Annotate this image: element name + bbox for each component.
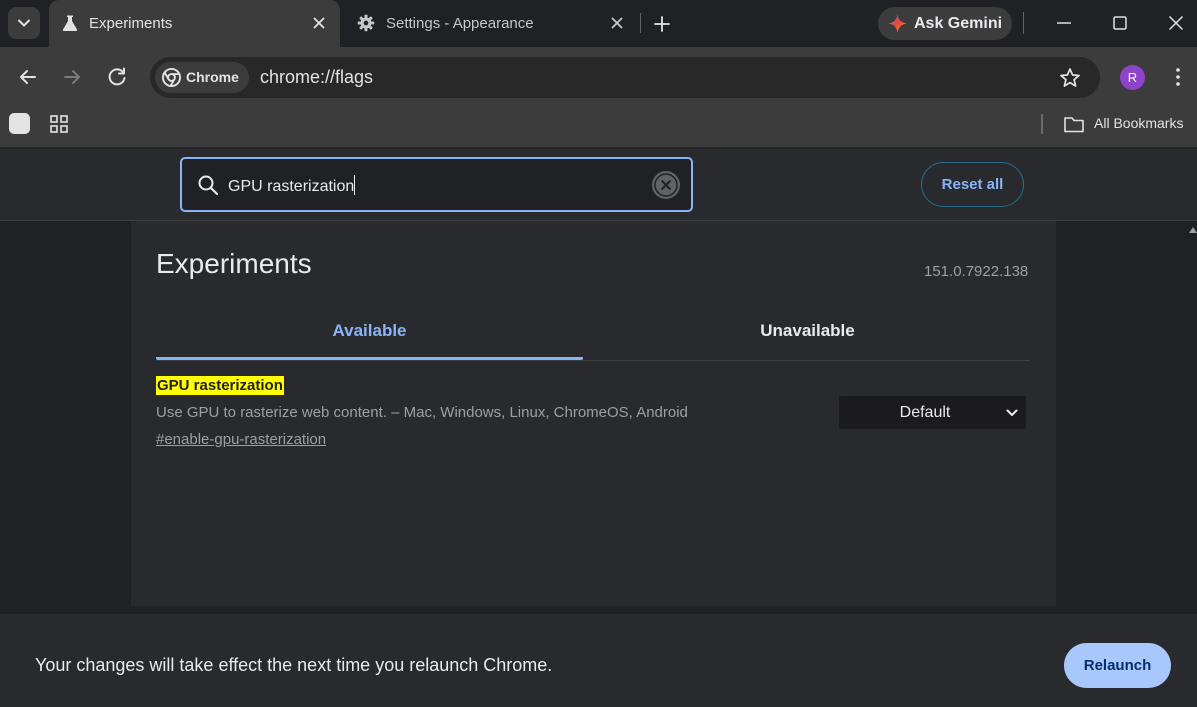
tab-separator [640,13,641,33]
chevron-down-icon [18,19,30,27]
maximize-icon[interactable] [1108,11,1132,35]
more-vert-icon[interactable] [1168,65,1188,89]
gemini-sparkle-icon [888,14,907,33]
folder-icon[interactable] [1063,113,1085,135]
all-bookmarks-link[interactable]: All Bookmarks [1094,115,1183,131]
search-icon [198,175,219,196]
relaunch-button[interactable]: Relaunch [1064,643,1171,688]
gear-icon [357,14,375,32]
tab-available[interactable]: Available [156,309,583,360]
flag-description: Use GPU to rasterize web content. – Mac,… [156,404,688,421]
profile-avatar[interactable]: R [1120,65,1145,90]
square-bookmark-icon[interactable] [9,113,30,134]
tab-strip: Experiments Settings - Appearance Ask Ge… [0,0,1197,47]
tab-settings-appearance[interactable]: Settings - Appearance [341,0,641,47]
bookmarks-bar: All Bookmarks [0,107,1197,148]
tab-experiments[interactable]: Experiments [49,0,340,47]
tab-unavailable[interactable]: Unavailable [594,309,1021,360]
search-input-value: GPU rasterization [228,175,356,196]
flag-state-select[interactable]: Default [839,396,1026,429]
close-icon[interactable] [609,15,625,31]
flags-header: GPU rasterization Reset all [0,149,1197,221]
back-arrow-icon[interactable] [16,65,40,89]
url-text: chrome://flags [260,67,374,87]
relaunch-message: Your changes will take effect the next t… [35,655,553,675]
experiments-panel: Experiments 151.0.7922.138 Available Una… [131,221,1056,606]
ask-gemini-label: Ask Gemini [914,15,1003,32]
clear-search-button[interactable] [652,171,680,199]
site-info-chip[interactable]: Chrome [155,62,249,93]
omnibox[interactable]: Chrome chrome://flags [150,57,1100,98]
flags-tab-bar: Available Unavailable [156,309,1030,361]
tab-title: Settings - Appearance [386,15,534,32]
version-label: 151.0.7922.138 [924,263,1029,280]
bookmark-star-icon[interactable] [1058,66,1082,90]
chrome-logo-icon [162,68,181,87]
reload-icon[interactable] [105,65,129,89]
flags-search-input[interactable]: GPU rasterization [180,157,693,212]
relaunch-bar: Your changes will take effect the next t… [0,613,1197,707]
ask-gemini-button[interactable]: Ask Gemini [878,7,1012,40]
flask-icon [62,15,78,31]
window-close-icon[interactable] [1164,11,1188,35]
apps-grid-icon[interactable] [48,113,70,135]
new-tab-plus-icon[interactable] [650,12,674,36]
clear-x-icon [654,173,678,197]
page-title: Experiments [156,248,312,279]
minimize-icon[interactable] [1052,11,1076,35]
bookmarks-separator [1041,114,1043,134]
close-icon[interactable] [311,15,327,31]
scroll-up-arrow-icon[interactable] [1189,226,1197,234]
tab-title: Experiments [89,15,173,32]
reset-all-button[interactable]: Reset all [921,162,1024,207]
toolbar-separator [1023,12,1024,34]
flag-permalink[interactable]: #enable-gpu-rasterization [156,431,326,448]
toolbar: Chrome chrome://flags R [0,47,1197,107]
flag-name: GPU rasterization [156,376,284,395]
chevron-down-icon [1006,409,1018,416]
forward-arrow-icon[interactable] [60,65,84,89]
chip-label: Chrome [186,69,239,85]
tab-search-button[interactable] [8,7,40,39]
flag-entry: GPU rasterization Use GPU to rasterize w… [156,376,1030,456]
select-value: Default [899,404,951,421]
